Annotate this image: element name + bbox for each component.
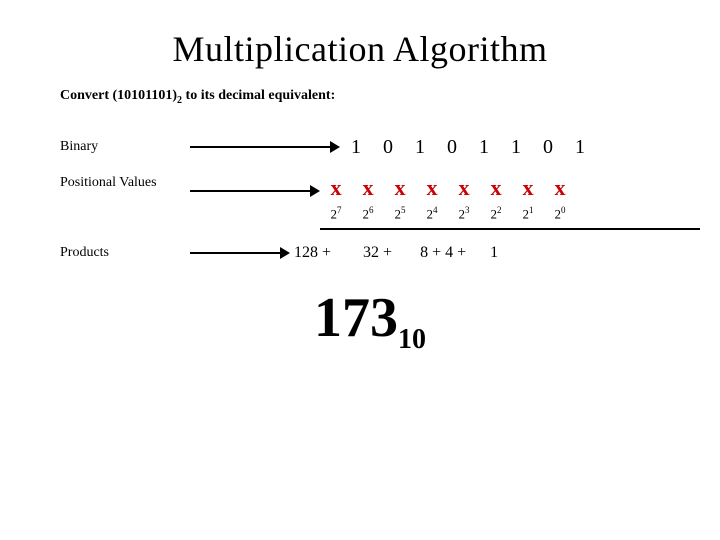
x-4: x [448, 175, 480, 201]
x-3: x [416, 175, 448, 201]
arrow-line [190, 252, 280, 254]
subtitle-rest: to its decimal equivalent: [182, 88, 335, 103]
digit-5: 1 [500, 136, 532, 159]
arrow-head [330, 141, 340, 153]
x-0: x [320, 175, 352, 201]
digit-2: 1 [404, 136, 436, 159]
products-arrow [190, 247, 290, 259]
prod-128: 128 + [290, 244, 335, 262]
x-2: x [384, 175, 416, 201]
binary-digits: 1 0 1 0 1 1 0 1 [340, 136, 596, 159]
x-5: x [480, 175, 512, 201]
x-marks-row: x x x x x x x x [320, 175, 700, 201]
binary-label: Binary [60, 139, 190, 155]
positional-values-row: 27 26 25 24 23 22 21 20 [320, 205, 700, 230]
x-6: x [512, 175, 544, 201]
arrow-head [280, 247, 290, 259]
pos-x-container: x x x x x x x x 27 26 25 24 23 22 21 20 [320, 175, 700, 234]
pos-val-2: 25 [384, 205, 416, 222]
positional-label: Positional Values [60, 175, 190, 191]
prod-1: 1 [486, 244, 502, 262]
pos-val-7: 20 [544, 205, 576, 222]
prod-32: 32 + [359, 244, 396, 262]
x-1: x [352, 175, 384, 201]
result-container: 17310 [60, 286, 680, 356]
pos-val-3: 24 [416, 205, 448, 222]
pos-val-5: 22 [480, 205, 512, 222]
pos-val-4: 23 [448, 205, 480, 222]
positional-arrow [190, 185, 320, 197]
digit-7: 1 [564, 136, 596, 159]
products-label: Products [60, 245, 190, 261]
result-number: 17310 [314, 287, 426, 349]
x-7: x [544, 175, 576, 201]
pos-val-1: 26 [352, 205, 384, 222]
arrow-head [310, 185, 320, 197]
binary-row: Binary 1 0 1 0 1 1 0 1 [60, 136, 680, 159]
content-area: Binary 1 0 1 0 1 1 0 1 Positional Values… [60, 136, 680, 357]
result-subscript: 10 [398, 324, 426, 355]
result-digits: 173 [314, 287, 398, 349]
page-title: Multiplication Algorithm [0, 0, 720, 88]
products-row: Products 128 + 32 + 8 + 4 + 1 [60, 244, 680, 262]
subtitle-text: Convert (10101101) [60, 88, 177, 103]
pos-val-6: 21 [512, 205, 544, 222]
digit-3: 0 [436, 136, 468, 159]
prod-8-4: 8 + 4 + [416, 244, 470, 262]
digit-6: 0 [532, 136, 564, 159]
digit-1: 0 [372, 136, 404, 159]
positional-row: Positional Values x x x x x x x x 27 26 … [60, 175, 680, 234]
subtitle: Convert (10101101)2 to its decimal equiv… [60, 88, 720, 106]
arrow-line [190, 190, 310, 192]
pos-val-0: 27 [320, 205, 352, 222]
digit-0: 1 [340, 136, 372, 159]
binary-arrow [190, 141, 340, 153]
products-values: 128 + 32 + 8 + 4 + 1 [290, 244, 502, 262]
digit-4: 1 [468, 136, 500, 159]
arrow-line [190, 146, 330, 148]
